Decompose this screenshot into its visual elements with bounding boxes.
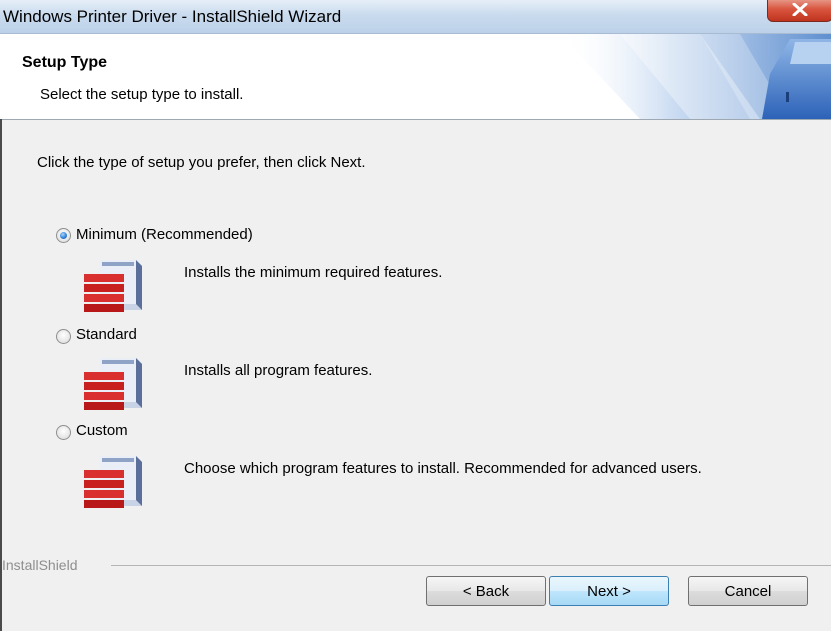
option-description-custom: Choose which program features to install… (184, 460, 702, 477)
header-title: Setup Type (22, 54, 108, 71)
printer-banner-art-icon (560, 34, 831, 119)
header-subtitle: Select the setup type to install. (40, 86, 244, 103)
radio-standard[interactable] (56, 329, 71, 344)
header-banner: Setup Type Select the setup type to inst… (0, 34, 831, 120)
option-label-standard[interactable]: Standard (76, 326, 137, 343)
installshield-wizard-window: Windows Printer Driver - InstallShield W… (0, 0, 831, 631)
option-description-minimum: Installs the minimum required features. (184, 264, 443, 281)
cancel-button[interactable]: Cancel (688, 576, 808, 606)
brand-divider (111, 565, 831, 566)
setup-package-icon (84, 358, 142, 410)
radio-custom[interactable] (56, 425, 71, 440)
option-label-minimum[interactable]: Minimum (Recommended) (76, 226, 253, 243)
back-button[interactable]: < Back (426, 576, 546, 606)
option-label-custom[interactable]: Custom (76, 422, 128, 439)
window-title: Windows Printer Driver - InstallShield W… (3, 7, 342, 26)
next-button[interactable]: Next > (549, 576, 669, 606)
installshield-brand: InstallShield (2, 557, 82, 573)
option-description-standard: Installs all program features. (184, 362, 373, 379)
close-icon (792, 3, 808, 16)
left-border (0, 119, 2, 631)
radio-minimum[interactable] (56, 228, 71, 243)
instruction-text: Click the type of setup you prefer, then… (37, 154, 366, 171)
close-button[interactable] (767, 0, 831, 22)
title-bar: Windows Printer Driver - InstallShield W… (0, 0, 831, 34)
setup-package-icon (84, 260, 142, 312)
setup-package-icon (84, 456, 142, 508)
